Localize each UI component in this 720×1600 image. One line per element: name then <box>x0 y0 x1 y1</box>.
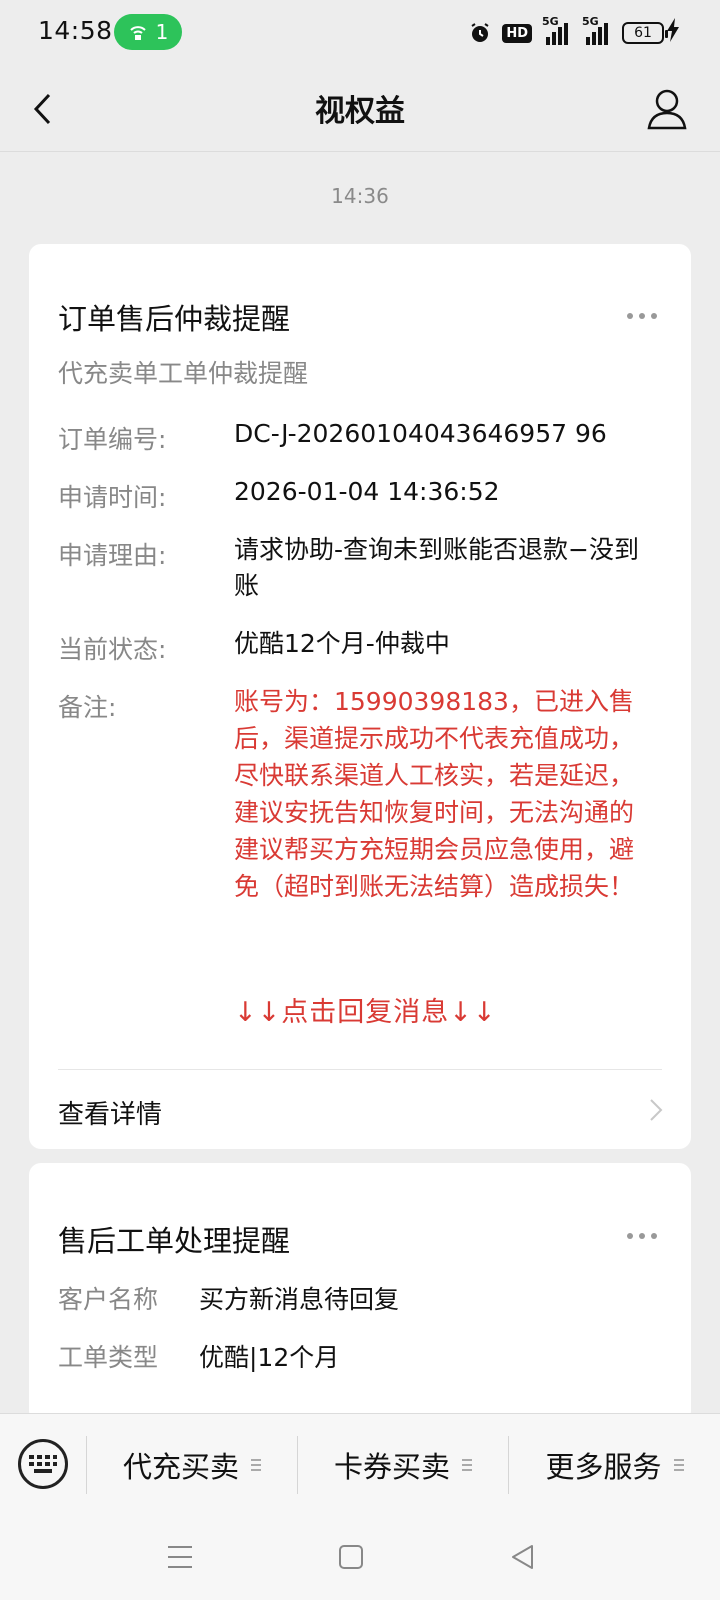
apply-reason-label: 申请理由: <box>58 541 167 570</box>
signal-icon: 5G <box>542 15 572 45</box>
menu-lines-icon <box>251 1459 261 1471</box>
reply-hint[interactable]: ↓↓点击回复消息↓↓ <box>234 990 497 1029</box>
status-time: 14:58 <box>38 16 113 45</box>
card-title: 订单售后仲裁提醒 <box>58 302 291 336</box>
hotspot-icon <box>129 26 146 40</box>
keyboard-icon <box>29 1455 57 1473</box>
user-icon <box>647 89 687 130</box>
system-nav-bar <box>0 1517 720 1600</box>
chevron-right-icon <box>650 1099 663 1121</box>
menu-item-coupon-trade[interactable]: 卡券买卖 <box>298 1434 508 1496</box>
bottom-menu: 代充买卖 卡券买卖 更多服务 <box>0 1413 720 1517</box>
charging-icon <box>667 18 679 42</box>
card-subtitle: 代充卖单工单仲裁提醒 <box>58 359 309 388</box>
hotspot-indicator: 1 <box>114 14 182 50</box>
profile-button[interactable] <box>644 86 690 132</box>
recent-apps-button[interactable] <box>160 1537 200 1577</box>
status-bar: 14:58 1 HD 5G 5G 61 <box>0 0 720 66</box>
remark-value: 账号为：15990398183，已进入售后，渠道提示成功不代表充值成功，尽快联系… <box>234 687 635 901</box>
view-details-link[interactable]: 查看详情 <box>29 1070 691 1149</box>
more-icon[interactable] <box>627 1233 657 1239</box>
triangle-back-icon <box>512 1545 533 1569</box>
customer-name-label: 客户名称 <box>58 1285 159 1314</box>
screen: 14:58 1 HD 5G 5G 61 视权益 14:36 订单售后仲裁提醒 代… <box>0 0 720 1600</box>
menu-item-label: 代充买卖 <box>122 1450 239 1484</box>
ticket-type-label: 工单类型 <box>58 1343 159 1372</box>
status-label: 当前状态: <box>58 635 167 664</box>
after-sale-ticket-card: 售后工单处理提醒 客户名称 买方新消息待回复 工单类型 优酷|12个月 <box>29 1163 691 1423</box>
apply-reason-value: 请求协助-查询未到账能否退款−没到账 <box>234 535 639 600</box>
message-timestamp: 14:36 <box>331 184 389 208</box>
card-title: 售后工单处理提醒 <box>58 1224 291 1258</box>
menu-item-label: 卡券买卖 <box>333 1450 450 1484</box>
home-button[interactable] <box>331 1537 371 1577</box>
hd-voice-icon: HD <box>502 23 532 43</box>
alarm-icon <box>471 23 489 42</box>
menu-icon <box>168 1546 192 1568</box>
back-nav-button[interactable] <box>502 1537 542 1577</box>
remark-label: 备注: <box>58 693 117 722</box>
page-title: 视权益 <box>315 94 405 129</box>
more-icon[interactable] <box>627 313 657 319</box>
ticket-type-value: 优酷|12个月 <box>199 1343 340 1372</box>
menu-item-label: 更多服务 <box>545 1450 662 1484</box>
apply-time-label: 申请时间: <box>58 483 167 512</box>
status-value: 优酷12个月-仲裁中 <box>234 629 450 658</box>
order-arbitration-card: 订单售后仲裁提醒 代充卖单工单仲裁提醒 订单编号: DC-J-202601040… <box>29 244 691 1149</box>
nav-bar: 视权益 <box>0 66 720 152</box>
apply-time-value: 2026-01-04 14:36:52 <box>234 477 500 506</box>
view-details-label: 查看详情 <box>58 1100 163 1130</box>
order-number-label: 订单编号: <box>58 425 167 454</box>
menu-item-more-services[interactable]: 更多服务 <box>509 1434 720 1496</box>
keyboard-toggle-button[interactable] <box>18 1439 68 1489</box>
battery-icon: 61 <box>622 22 668 44</box>
order-number-value: DC-J-20260104043646957 96 <box>234 419 607 448</box>
menu-item-recharge-trade[interactable]: 代充买卖 <box>87 1434 297 1496</box>
menu-lines-icon <box>673 1459 684 1471</box>
hotspot-count: 1 <box>155 20 169 44</box>
signal-icon-2: 5G <box>582 15 612 45</box>
menu-lines-icon <box>462 1459 472 1471</box>
status-icons: HD 5G 5G 61 <box>468 15 668 48</box>
customer-name-value: 买方新消息待回复 <box>199 1285 400 1314</box>
square-icon <box>339 1545 363 1569</box>
